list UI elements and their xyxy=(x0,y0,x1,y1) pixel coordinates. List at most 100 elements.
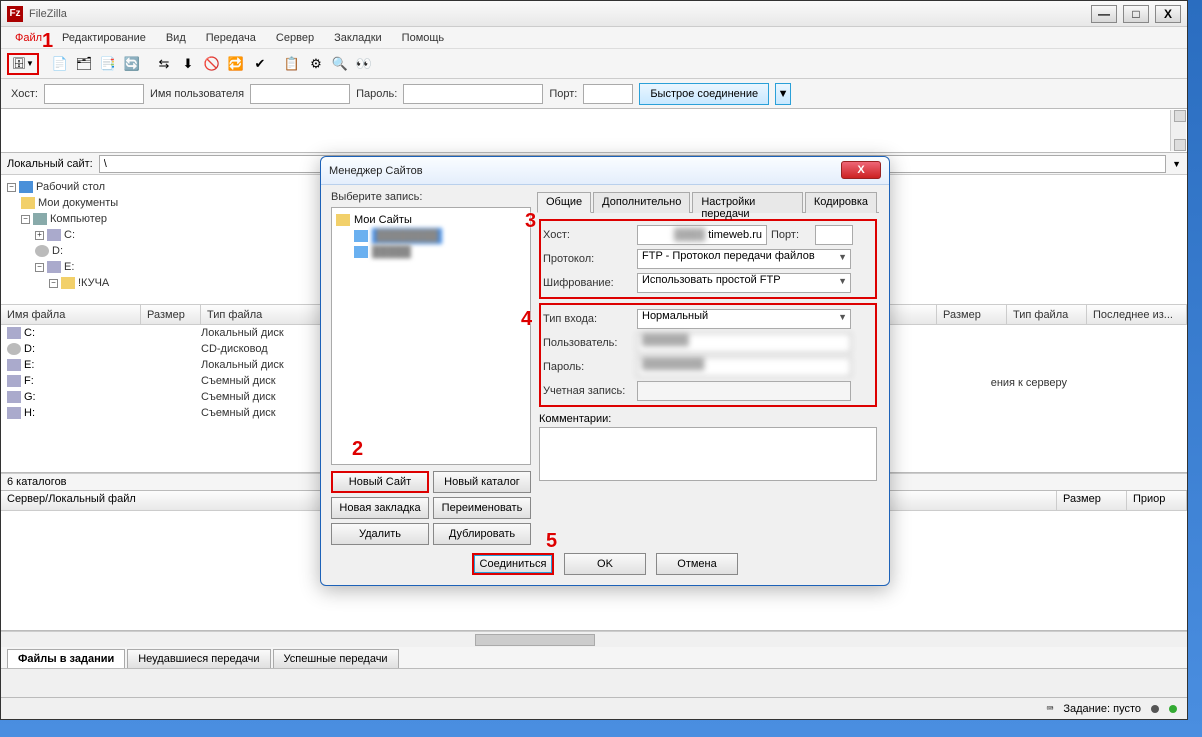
menu-help[interactable]: Помощь xyxy=(394,30,453,46)
desktop-icon xyxy=(19,181,33,193)
col-size[interactable]: Размер xyxy=(141,305,201,324)
port-field-label: Порт: xyxy=(771,229,811,241)
toggle-tree-icon[interactable]: 🗂 xyxy=(73,53,95,75)
user-field[interactable]: ██████ xyxy=(637,333,851,353)
protocol-label: Протокол: xyxy=(543,253,633,265)
connect-button[interactable]: Соединиться xyxy=(472,553,554,575)
col-remote-type[interactable]: Тип файла xyxy=(1007,305,1087,324)
site-tree[interactable]: Мои Сайты ████████ █████ xyxy=(331,207,531,465)
toggle-queue-icon[interactable]: 📑 xyxy=(97,53,119,75)
queue-status: Задание: пусто xyxy=(1063,703,1141,715)
site-entry[interactable]: █████ xyxy=(372,244,411,260)
queue-col-prio[interactable]: Приор xyxy=(1127,491,1187,510)
minimize-button[interactable]: — xyxy=(1091,5,1117,23)
log-scrollbar[interactable] xyxy=(1170,110,1186,151)
col-remote-size[interactable]: Размер xyxy=(937,305,1007,324)
search-icon[interactable]: 🔍 xyxy=(329,53,351,75)
tab-queued[interactable]: Файлы в задании xyxy=(7,649,125,668)
new-bookmark-button[interactable]: Новая закладка xyxy=(331,497,429,519)
col-name[interactable]: Имя файла xyxy=(1,305,141,324)
host-label: Хост: xyxy=(11,88,38,100)
annotation-4: 4 xyxy=(521,308,532,331)
drive-icon xyxy=(7,359,21,371)
port-label: Порт: xyxy=(549,88,577,100)
menu-bookmarks[interactable]: Закладки xyxy=(326,30,390,46)
cancel-button[interactable]: Отмена xyxy=(656,553,738,575)
sync-icon[interactable]: ⚙ xyxy=(305,53,327,75)
collapse-icon[interactable]: − xyxy=(49,279,58,288)
protocol-select[interactable]: FTP - Протокол передачи файлов xyxy=(637,249,851,269)
encryption-select[interactable]: Использовать простой FTP xyxy=(637,273,851,293)
window-title: FileZilla xyxy=(29,8,67,20)
host-input[interactable] xyxy=(44,84,144,104)
process-queue-icon[interactable]: ⇆ xyxy=(153,53,175,75)
tab-general[interactable]: Общие xyxy=(537,192,591,213)
computer-icon xyxy=(33,213,47,225)
menu-view[interactable]: Вид xyxy=(158,30,194,46)
toggle-log-icon[interactable]: 📄 xyxy=(49,53,71,75)
queue-tabs: Файлы в задании Неудавшиеся передачи Усп… xyxy=(1,647,1187,669)
statusbar: ⌨ Задание: пусто xyxy=(1,697,1187,719)
chevron-down-icon[interactable]: ▼ xyxy=(1172,159,1181,169)
reconnect-icon[interactable]: 🔁 xyxy=(225,53,247,75)
host-field-label: Хост: xyxy=(543,229,633,241)
logon-type-select[interactable]: Нормальный xyxy=(637,309,851,329)
site-manager-button[interactable]: 🗄▼ xyxy=(7,53,39,75)
cancel-icon[interactable]: ⬇ xyxy=(177,53,199,75)
username-input[interactable] xyxy=(250,84,350,104)
quickconnect-button[interactable]: Быстрое соединение xyxy=(639,83,769,105)
col-remote-last[interactable]: Последнее из... xyxy=(1087,305,1187,324)
rename-button[interactable]: Переименовать xyxy=(433,497,531,519)
collapse-icon[interactable]: − xyxy=(7,183,16,192)
dialog-close-button[interactable]: X xyxy=(841,161,881,179)
filter-icon[interactable]: ✔ xyxy=(249,53,271,75)
password-label: Пароль: xyxy=(356,88,397,100)
expand-icon[interactable]: + xyxy=(35,231,44,240)
server-icon: 🗄 xyxy=(12,57,26,70)
port-input[interactable] xyxy=(583,84,633,104)
encryption-label: Шифрование: xyxy=(543,277,633,289)
new-folder-button[interactable]: Новый каталог xyxy=(433,471,531,493)
horizontal-scrollbar[interactable] xyxy=(1,631,1187,647)
titlebar: Fz FileZilla — □ X xyxy=(1,1,1187,27)
binoculars-icon[interactable]: 👀 xyxy=(353,53,375,75)
port-field[interactable] xyxy=(815,225,853,245)
folder-icon xyxy=(336,214,350,226)
collapse-icon[interactable]: − xyxy=(35,263,44,272)
tab-transfer[interactable]: Настройки передачи xyxy=(692,192,803,213)
tab-successful[interactable]: Успешные передачи xyxy=(273,649,399,668)
comments-textarea[interactable] xyxy=(539,427,877,481)
delete-button[interactable]: Удалить xyxy=(331,523,429,545)
dialog-titlebar: Менеджер Сайтов X xyxy=(321,157,889,185)
disconnect-icon[interactable]: 🚫 xyxy=(201,53,223,75)
menubar: Файл Редактирование Вид Передача Сервер … xyxy=(1,27,1187,49)
ok-button[interactable]: OK xyxy=(564,553,646,575)
host-field[interactable]: ████ timeweb.ru xyxy=(637,225,767,245)
tab-advanced[interactable]: Дополнительно xyxy=(593,192,690,213)
duplicate-button[interactable]: Дублировать xyxy=(433,523,531,545)
folder-icon xyxy=(61,277,75,289)
refresh-icon[interactable]: 🔄 xyxy=(121,53,143,75)
cd-icon xyxy=(35,245,49,257)
tab-charset[interactable]: Кодировка xyxy=(805,192,877,213)
username-label: Имя пользователя xyxy=(150,88,244,100)
tab-failed[interactable]: Неудавшиеся передачи xyxy=(127,649,270,668)
col-type[interactable]: Тип файла xyxy=(201,305,321,324)
annotation-1: 1 xyxy=(42,30,53,53)
compare-icon[interactable]: 📋 xyxy=(281,53,303,75)
menu-server[interactable]: Сервер xyxy=(268,30,322,46)
close-button[interactable]: X xyxy=(1155,5,1181,23)
led-icon xyxy=(1169,705,1177,713)
password-field[interactable]: ████████ xyxy=(637,357,851,377)
cd-icon xyxy=(7,343,21,355)
maximize-button[interactable]: □ xyxy=(1123,5,1149,23)
menu-edit[interactable]: Редактирование xyxy=(54,30,154,46)
log-panel xyxy=(1,109,1187,153)
queue-col-size[interactable]: Размер xyxy=(1057,491,1127,510)
password-input[interactable] xyxy=(403,84,543,104)
menu-transfer[interactable]: Передача xyxy=(198,30,264,46)
site-entry-selected[interactable]: ████████ xyxy=(372,228,442,244)
collapse-icon[interactable]: − xyxy=(21,215,30,224)
new-site-button[interactable]: Новый Сайт xyxy=(331,471,429,493)
quickconnect-dropdown[interactable]: ▼ xyxy=(775,83,791,105)
